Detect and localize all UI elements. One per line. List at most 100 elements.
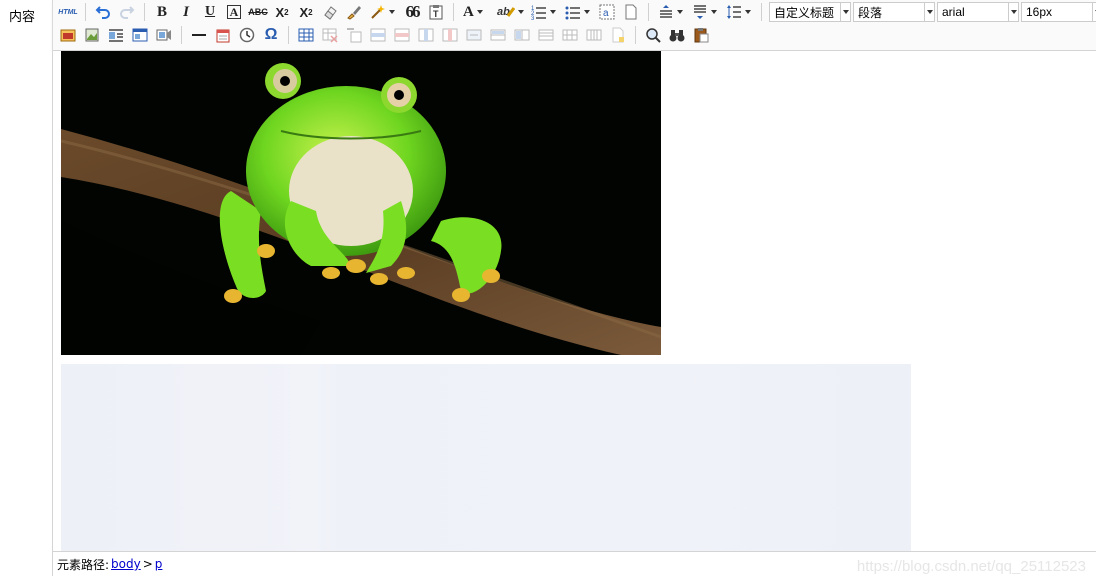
- clear-doc-button[interactable]: [621, 2, 641, 22]
- label-column: 内容: [0, 0, 52, 587]
- redo-icon: [120, 6, 135, 19]
- magnifier-icon: [646, 28, 661, 43]
- italic-button[interactable]: I: [176, 2, 196, 22]
- split-to-cells-button[interactable]: [560, 25, 580, 45]
- second-photo[interactable]: [61, 364, 911, 551]
- clock-icon: [239, 27, 255, 43]
- font-border-icon: A: [226, 5, 242, 19]
- forecolor-button[interactable]: A: [461, 2, 491, 22]
- text-wrap-icon: [109, 29, 123, 42]
- brush-icon: [347, 6, 361, 20]
- font-size-select[interactable]: 16px: [1021, 2, 1096, 22]
- toolbar-separator: [181, 26, 182, 44]
- horizontal-rule-button[interactable]: [189, 25, 209, 45]
- toolbar-row-1: HTML B I U A ABC X2 X2 66 T A ab 1 2 3 a…: [56, 0, 1096, 24]
- paste-plain-button[interactable]: T: [426, 2, 446, 22]
- toolbar-separator: [85, 3, 86, 21]
- strikethrough-button[interactable]: ABC: [248, 2, 268, 22]
- multi-image-button[interactable]: [82, 25, 102, 45]
- preview-button[interactable]: [643, 25, 663, 45]
- content-field-label: 内容: [9, 10, 36, 25]
- paragraph-select[interactable]: 段落: [853, 2, 935, 22]
- svg-text:T: T: [433, 9, 439, 19]
- split-to-rows-button[interactable]: [536, 25, 556, 45]
- insert-col-button[interactable]: [416, 25, 436, 45]
- select-all-button[interactable]: a: [597, 2, 617, 22]
- subscript-icon-mark: 2: [308, 7, 313, 17]
- insert-col-icon: [418, 28, 434, 42]
- merge-cells-button[interactable]: [464, 25, 484, 45]
- font-size-value: 16px: [1026, 5, 1053, 19]
- delete-table-button[interactable]: [320, 25, 340, 45]
- special-chars-button[interactable]: Ω: [261, 25, 281, 45]
- frog-photo[interactable]: [61, 51, 661, 355]
- split-cols-icon: [586, 29, 602, 41]
- image-icon: [60, 29, 76, 42]
- table-delete-icon: [322, 28, 338, 43]
- split-to-cols-button[interactable]: [584, 25, 604, 45]
- font-border-button[interactable]: A: [224, 2, 244, 22]
- insert-time-button[interactable]: [237, 25, 257, 45]
- paste-plain-icon: T: [429, 5, 443, 20]
- merge-right-button[interactable]: [488, 25, 508, 45]
- insert-table-button[interactable]: [296, 25, 316, 45]
- row-spacing-bottom-icon: [694, 5, 706, 19]
- line-height-icon: [727, 5, 741, 19]
- insert-row-button[interactable]: [368, 25, 388, 45]
- html-source-button[interactable]: HTML: [58, 2, 78, 22]
- redo-button[interactable]: [117, 2, 137, 22]
- insert-image-button[interactable]: [58, 25, 78, 45]
- chart-button[interactable]: [608, 25, 628, 45]
- auto-typeset-button[interactable]: [368, 2, 398, 22]
- blank-page-icon: [625, 4, 637, 20]
- image-float-button[interactable]: [106, 25, 126, 45]
- toolbar-separator: [453, 3, 454, 21]
- merge-down-icon: [514, 29, 530, 41]
- toolbar-separator: [648, 3, 649, 21]
- blockquote-button[interactable]: 66: [402, 2, 422, 22]
- clipboard-icon: [694, 28, 709, 43]
- insert-para-before-table-button[interactable]: [344, 25, 364, 45]
- row-spacing-top-button[interactable]: [656, 2, 686, 22]
- ordered-list-button[interactable]: 123: [529, 2, 559, 22]
- bold-button[interactable]: B: [152, 2, 172, 22]
- underline-button[interactable]: U: [200, 2, 220, 22]
- undo-icon: [95, 6, 110, 19]
- line-height-button[interactable]: [724, 2, 754, 22]
- delete-col-button[interactable]: [440, 25, 460, 45]
- toolbar-separator: [761, 3, 762, 21]
- row-spacing-bottom-button[interactable]: [690, 2, 720, 22]
- insert-frame-button[interactable]: [130, 25, 150, 45]
- toolbar-separator: [144, 3, 145, 21]
- path-body-link[interactable]: body: [111, 557, 141, 571]
- insert-date-button[interactable]: [213, 25, 233, 45]
- paragraph-value: 段落: [858, 5, 883, 20]
- search-replace-button[interactable]: [667, 25, 687, 45]
- binoculars-icon: [669, 30, 685, 42]
- gallery-icon: [85, 28, 99, 42]
- custom-heading-select[interactable]: 自定义标题: [769, 2, 851, 22]
- unordered-list-button[interactable]: [563, 2, 593, 22]
- delete-row-button[interactable]: [392, 25, 412, 45]
- remove-format-button[interactable]: [320, 2, 340, 22]
- watermark-text: https://blog.csdn.net/qq_25112523: [856, 558, 1086, 575]
- element-path-label: 元素路径:: [57, 557, 110, 572]
- word-image-button[interactable]: [691, 25, 711, 45]
- table-icon: [298, 28, 314, 42]
- backcolor-button[interactable]: ab: [495, 2, 525, 22]
- merge-down-button[interactable]: [512, 25, 532, 45]
- delete-col-icon: [442, 28, 458, 42]
- rich-text-editor: HTML B I U A ABC X2 X2 66 T A ab 1 2 3 a…: [52, 0, 1096, 576]
- undo-button[interactable]: [93, 2, 113, 22]
- format-painter-button[interactable]: [344, 2, 364, 22]
- font-family-select[interactable]: arial: [937, 2, 1019, 22]
- superscript-button[interactable]: X2: [272, 2, 292, 22]
- path-separator: >: [142, 557, 153, 571]
- insert-video-button[interactable]: [154, 25, 174, 45]
- eraser-icon: [324, 6, 337, 20]
- chevron-down-icon: [924, 3, 934, 21]
- path-p-link[interactable]: p: [155, 557, 163, 571]
- editor-content-area[interactable]: [53, 51, 1096, 551]
- row-spacing-top-icon: [660, 5, 672, 18]
- subscript-button[interactable]: X2: [296, 2, 316, 22]
